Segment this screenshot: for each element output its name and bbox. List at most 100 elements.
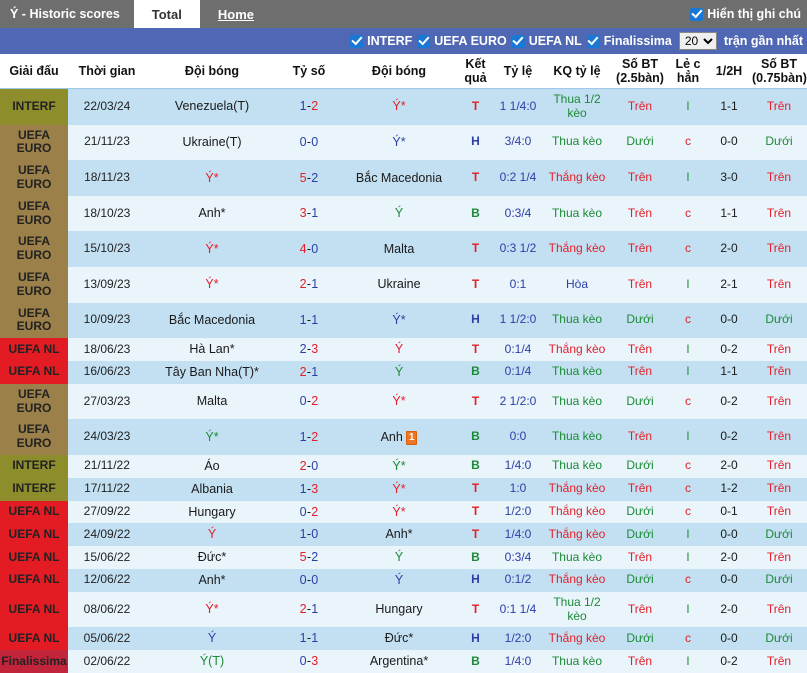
cell-away-team[interactable]: Ý*: [340, 500, 458, 524]
col-header-odds[interactable]: Tỷ lệ: [493, 54, 543, 89]
cell-league[interactable]: UEFA NL: [0, 627, 68, 651]
table-row[interactable]: INTERF 21/11/22 Áo 2-0 Ý* B 1/4:0 Thua kèo Dưới c…: [0, 454, 807, 478]
filter-uefa-nl[interactable]: UEFA NL: [511, 34, 582, 48]
cell-home-team[interactable]: Anh*: [146, 195, 278, 232]
cell-league[interactable]: UEFA EURO: [0, 124, 68, 161]
cell-away-team[interactable]: Anh 1: [340, 419, 458, 455]
cell-home-team[interactable]: Albania: [146, 477, 278, 501]
col-header-home-team[interactable]: Đội bóng: [146, 54, 278, 89]
cell-home-team[interactable]: Hungary: [146, 500, 278, 524]
cell-home-team[interactable]: Đức*: [146, 546, 278, 569]
table-row[interactable]: UEFA NL 24/09/22 Ý 1-0 Anh* T 1/4:0 Thắng kèo Dư…: [0, 523, 807, 547]
cell-home-team[interactable]: Ý: [146, 523, 278, 547]
col-header-score[interactable]: Tỷ số: [278, 54, 340, 89]
cell-home-team[interactable]: Ý*: [146, 266, 278, 303]
cell-away-team[interactable]: Anh*: [340, 523, 458, 547]
table-row[interactable]: UEFA NL 27/09/22 Hungary 0-2 Ý* T 1/2:0 Thắng k…: [0, 500, 807, 524]
cell-away-team[interactable]: Ukraine: [340, 266, 458, 303]
cell-league[interactable]: UEFA EURO: [0, 231, 68, 267]
cell-home-team[interactable]: Malta: [146, 383, 278, 420]
cell-league[interactable]: UEFA EURO: [0, 160, 68, 196]
table-row[interactable]: UEFA EURO 24/03/23 Ý* 1-2 Anh 1 B 0:0 Thua kèo Tr…: [0, 419, 807, 455]
cell-away-team[interactable]: Hungary: [340, 591, 458, 628]
table-row[interactable]: Finalissima 02/06/22 Ý(T) 0-3 Argentina* B 1/4…: [0, 650, 807, 673]
cell-away-team[interactable]: Argentina*: [340, 650, 458, 673]
cell-league[interactable]: UEFA EURO: [0, 383, 68, 420]
cell-home-team[interactable]: Anh*: [146, 568, 278, 592]
cell-away-team[interactable]: Ý: [340, 568, 458, 592]
table-row[interactable]: UEFA NL 12/06/22 Anh* 0-0 Ý H 0:1/2 Thắng kèo Dư…: [0, 568, 807, 592]
cell-away-team[interactable]: Ý*: [340, 124, 458, 161]
col-header-league[interactable]: Giải đấu: [0, 54, 68, 89]
col-header-odd-even[interactable]: Lẻ c hẳn: [669, 54, 707, 89]
cell-away-team[interactable]: Đức*: [340, 627, 458, 651]
filter-interf[interactable]: INTERF: [350, 34, 412, 48]
col-header-ou-25[interactable]: Số BT (2.5bàn): [611, 54, 669, 89]
cell-home-team[interactable]: Áo: [146, 454, 278, 478]
table-row[interactable]: UEFA NL 05/06/22 Ý 1-1 Đức* H 1/2:0 Thắng kèo Dư…: [0, 627, 807, 651]
cell-away-team[interactable]: Ý: [340, 338, 458, 361]
table-row[interactable]: UEFA EURO 10/09/23 Bắc Macedonia 1-1 Ý* H 1 1/…: [0, 302, 807, 339]
show-notes-checkbox[interactable]: [690, 7, 704, 21]
cell-home-team[interactable]: Ukraine(T): [146, 124, 278, 161]
cell-league[interactable]: UEFA NL: [0, 591, 68, 628]
cell-league[interactable]: INTERF: [0, 477, 68, 501]
cell-away-team[interactable]: Ý*: [340, 383, 458, 420]
cell-home-team[interactable]: Ý(T): [146, 650, 278, 673]
cell-away-team[interactable]: Ý*: [340, 88, 458, 125]
cell-home-team[interactable]: Ý*: [146, 160, 278, 196]
table-row[interactable]: UEFA NL 08/06/22 Ý* 2-1 Hungary T 0:1 1/4 Thua …: [0, 591, 807, 628]
cell-away-team[interactable]: Ý*: [340, 454, 458, 478]
cell-away-team[interactable]: Ý: [340, 195, 458, 232]
cell-home-team[interactable]: Venezuela(T): [146, 88, 278, 125]
cell-home-team[interactable]: Ý*: [146, 591, 278, 628]
filter-uefa-euro[interactable]: UEFA EURO: [417, 34, 507, 48]
cell-away-team[interactable]: Ý*: [340, 302, 458, 339]
cell-away-team[interactable]: Ý: [340, 546, 458, 569]
cell-league[interactable]: UEFA NL: [0, 546, 68, 569]
col-header-result[interactable]: Kết quả: [458, 54, 493, 89]
filter-uefa-euro-checkbox[interactable]: [417, 34, 431, 48]
cell-home-team[interactable]: Ý: [146, 627, 278, 651]
filter-finalissima[interactable]: Finalissima: [586, 34, 672, 48]
cell-league[interactable]: UEFA EURO: [0, 195, 68, 232]
col-header-half-time[interactable]: 1/2H: [707, 54, 751, 89]
cell-league[interactable]: UEFA EURO: [0, 419, 68, 455]
table-row[interactable]: UEFA NL 18/06/23 Hà Lan* 2-3 Ý T 0:1/4 Thắng kè…: [0, 338, 807, 361]
table-row[interactable]: INTERF 17/11/22 Albania 1-3 Ý* T 1:0 Thắng kèo T…: [0, 477, 807, 501]
cell-home-team[interactable]: Bắc Macedonia: [146, 302, 278, 339]
cell-league[interactable]: UEFA NL: [0, 500, 68, 524]
table-row[interactable]: UEFA EURO 27/03/23 Malta 0-2 Ý* T 2 1/2:0 Thua …: [0, 383, 807, 420]
cell-home-team[interactable]: Tây Ban Nha(T)*: [146, 360, 278, 384]
cell-away-team[interactable]: Bắc Macedonia: [340, 160, 458, 196]
cell-league[interactable]: UEFA NL: [0, 568, 68, 592]
table-row[interactable]: UEFA EURO 13/09/23 Ý* 2-1 Ukraine T 0:1 Hòa Trên…: [0, 266, 807, 303]
cell-away-team[interactable]: Malta: [340, 231, 458, 267]
cell-league[interactable]: Finalissima: [0, 650, 68, 673]
cell-league[interactable]: INTERF: [0, 88, 68, 125]
table-row[interactable]: UEFA NL 16/06/23 Tây Ban Nha(T)* 2-1 Ý B 0:1/4…: [0, 360, 807, 384]
col-header-away-team[interactable]: Đội bóng: [340, 54, 458, 89]
col-header-time[interactable]: Thời gian: [68, 54, 146, 89]
filter-finalissima-checkbox[interactable]: [586, 34, 600, 48]
cell-away-team[interactable]: Ý*: [340, 477, 458, 501]
table-row[interactable]: UEFA EURO 21/11/23 Ukraine(T) 0-0 Ý* H 3/4:0 Th…: [0, 124, 807, 161]
tab-home[interactable]: Home: [200, 0, 272, 28]
table-row[interactable]: UEFA EURO 18/11/23 Ý* 5-2 Bắc Macedonia T 0:2 …: [0, 160, 807, 196]
filter-uefa-nl-checkbox[interactable]: [511, 34, 525, 48]
cell-league[interactable]: UEFA NL: [0, 360, 68, 384]
cell-league[interactable]: UEFA NL: [0, 338, 68, 361]
cell-league[interactable]: UEFA EURO: [0, 266, 68, 303]
table-row[interactable]: UEFA EURO 15/10/23 Ý* 4-0 Malta T 0:3 1/2 Thắng…: [0, 231, 807, 267]
cell-league[interactable]: UEFA EURO: [0, 302, 68, 339]
show-notes-control[interactable]: Hiển thị ghi chú: [690, 0, 807, 28]
cell-home-team[interactable]: Hà Lan*: [146, 338, 278, 361]
table-row[interactable]: INTERF 22/03/24 Venezuela(T) 1-2 Ý* T 1 1/4:0 T…: [0, 88, 807, 125]
match-count-select[interactable]: 10203050: [678, 32, 717, 50]
cell-league[interactable]: INTERF: [0, 454, 68, 478]
cell-league[interactable]: UEFA NL: [0, 523, 68, 547]
table-row[interactable]: UEFA NL 15/06/22 Đức* 5-2 Ý B 0:3/4 Thua kèo Trê…: [0, 546, 807, 569]
cell-home-team[interactable]: Ý*: [146, 231, 278, 267]
col-header-ou-075[interactable]: Số BT (0.75bàn): [751, 54, 807, 89]
cell-home-team[interactable]: Ý*: [146, 419, 278, 455]
